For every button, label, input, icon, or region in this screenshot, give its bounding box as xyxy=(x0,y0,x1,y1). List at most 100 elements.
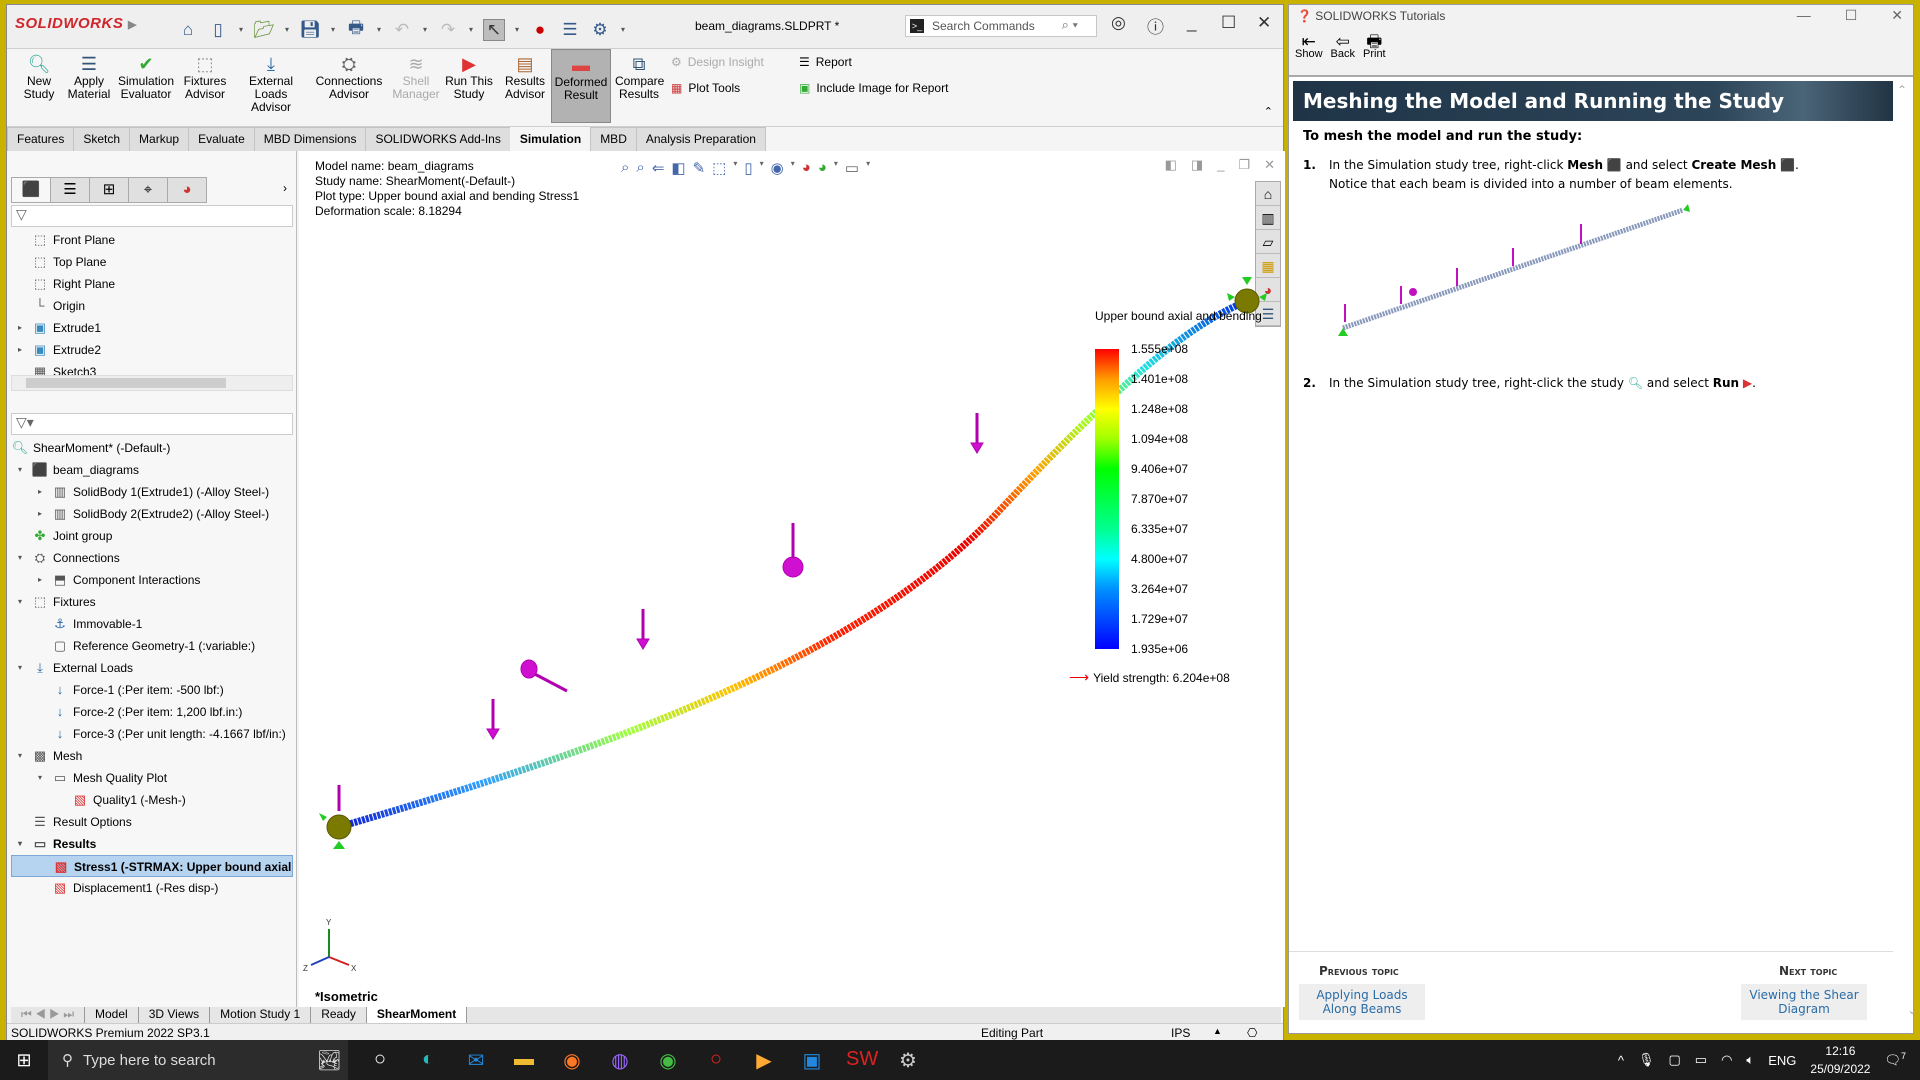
cortana-icon[interactable]: ○ xyxy=(366,1048,394,1073)
unit-system[interactable]: IPS xyxy=(1171,1026,1190,1040)
battery-icon[interactable]: ▭ xyxy=(1695,1052,1707,1068)
collapse-arrow-icon[interactable]: ▾ xyxy=(15,591,25,613)
clock[interactable]: 12:16 25/09/2022 xyxy=(1810,1042,1870,1078)
results-advisor-button[interactable]: ▤ Results Advisor xyxy=(503,53,547,101)
external-loads-advisor-button[interactable]: ⤓ External Loads Advisor xyxy=(233,53,309,114)
scroll-up-icon[interactable]: ⌃ xyxy=(1897,83,1907,97)
tab-3d-views[interactable]: 3D Views xyxy=(139,1007,211,1023)
configurationmanager-tab-icon[interactable]: ⊞ xyxy=(89,177,129,203)
simulation-tree-filter[interactable]: ▽▾ xyxy=(11,413,293,435)
graphics-viewport[interactable]: Model name: beam_diagrams Study name: Sh… xyxy=(299,151,1285,1007)
tab-simulation[interactable]: Simulation xyxy=(509,127,592,151)
deformed-result-button[interactable]: ▬ Deformed Result xyxy=(551,49,611,123)
new-document-icon[interactable]: ▯ xyxy=(207,20,229,40)
collapse-arrow-icon[interactable]: ▾ xyxy=(15,833,25,855)
chrome-icon[interactable]: ◉ xyxy=(654,1048,682,1073)
collapse-arrow-icon[interactable]: ▾ xyxy=(15,657,25,679)
search-icon[interactable]: ⌕ ▾ xyxy=(1062,17,1078,33)
redo-dropdown-icon[interactable]: ▾ xyxy=(467,25,475,34)
tutorial-maximize-button[interactable]: ☐ xyxy=(1845,7,1858,24)
new-dropdown-icon[interactable]: ▾ xyxy=(237,25,245,34)
tree-item[interactable]: ▾ ▭ Results xyxy=(11,833,293,855)
tree-item[interactable]: ▾ ⬛ beam_diagrams xyxy=(11,459,293,481)
tree-item[interactable]: ▾ ⛭ Connections xyxy=(11,547,293,569)
viber-icon[interactable]: ◍ xyxy=(606,1048,634,1073)
firefox-icon[interactable]: ◉ xyxy=(558,1048,586,1073)
remote-tool-icon[interactable]: ⚙ xyxy=(894,1048,922,1073)
tree-item[interactable]: └ Origin xyxy=(11,295,293,317)
compare-results-button[interactable]: ⧉ Compare Results xyxy=(615,53,664,101)
shell-manager-button[interactable]: ≋ Shell Manager xyxy=(391,53,441,101)
tree-item[interactable]: ↓ Force-3 (:Per unit length: -4.1667 lbf/… xyxy=(11,723,293,745)
options-dropdown-icon[interactable]: ▾ xyxy=(619,25,627,34)
undo-icon[interactable]: ↶ xyxy=(391,20,413,40)
tree-item[interactable]: ✤ Joint group xyxy=(11,525,293,547)
open-dropdown-icon[interactable]: ▾ xyxy=(283,25,291,34)
help-icon[interactable]: ⓘ xyxy=(1147,13,1164,38)
edge-icon[interactable]: ◐ xyxy=(414,1048,442,1073)
fixtures-advisor-button[interactable]: ⬚ Fixtures Advisor xyxy=(179,53,231,101)
back-button[interactable]: ⇦ Back xyxy=(1331,33,1355,69)
expand-arrow-icon[interactable]: ▸ xyxy=(15,339,25,361)
minimize-button[interactable]: _ xyxy=(1187,13,1196,33)
collapse-arrow-icon[interactable]: ▾ xyxy=(15,547,25,569)
connections-advisor-button[interactable]: ⛭ Connections Advisor xyxy=(315,53,383,101)
open-icon[interactable]: 📂︎ xyxy=(253,20,275,40)
expand-arrow-icon[interactable]: ▸ xyxy=(35,503,45,525)
mail-icon[interactable]: ✉ xyxy=(462,1048,490,1073)
feature-tree-filter[interactable]: ▽ xyxy=(11,205,293,227)
tree-item[interactable]: ⬚ Top Plane xyxy=(11,251,293,273)
tab-motion-study[interactable]: Motion Study 1 xyxy=(210,1007,312,1023)
options-gear-icon[interactable]: ⚙ xyxy=(589,20,611,40)
show-hidden-icons[interactable]: ^ xyxy=(1618,1053,1624,1068)
tab-features[interactable]: Features xyxy=(7,127,75,151)
print-button[interactable]: 🖶 Print xyxy=(1363,33,1386,69)
report-button[interactable]: ☰ Report xyxy=(799,55,852,69)
expand-arrow-icon[interactable]: ▸ xyxy=(35,481,45,503)
redo-icon[interactable]: ↷ xyxy=(437,20,459,40)
wifi-icon[interactable]: ◠ xyxy=(1721,1052,1732,1068)
tab-sketch[interactable]: Sketch xyxy=(73,127,131,151)
opera-icon[interactable]: ○ xyxy=(702,1048,730,1073)
tab-scroll-arrows[interactable]: ⏮ ◀ ▶ ⏭ xyxy=(11,1007,86,1023)
tree-item[interactable]: ▸ ⬒ Component Interactions xyxy=(11,569,293,591)
file-explorer-icon[interactable]: ▬ xyxy=(510,1048,538,1073)
user-account-icon[interactable]: ◎ xyxy=(1111,13,1126,33)
store-icon[interactable]: ▣ xyxy=(798,1048,826,1073)
run-this-study-button[interactable]: ▶ Run This Study xyxy=(443,53,495,101)
tab-mbd-dimensions[interactable]: MBD Dimensions xyxy=(253,127,367,151)
collapse-ribbon-icon[interactable]: ⌃ xyxy=(1264,105,1273,118)
tree-item[interactable]: ▦ Sketch3 xyxy=(11,361,293,375)
new-study-button[interactable]: 🔍︎ New Study xyxy=(17,53,61,101)
expand-arrow-icon[interactable]: ▸ xyxy=(35,569,45,591)
tree-item[interactable]: ☰ Result Options xyxy=(11,811,293,833)
featuremanager-tab-icon[interactable]: ⬛ xyxy=(11,177,51,203)
tree-item[interactable]: ▧ Stress1 (-STRMAX: Upper bound axial and… xyxy=(11,855,293,877)
scroll-thumb[interactable] xyxy=(26,378,226,388)
tab-ready-study[interactable]: Ready xyxy=(311,1007,367,1023)
tree-item[interactable]: ▾ ⤓ External Loads xyxy=(11,657,293,679)
tree-item[interactable]: ↓ Force-2 (:Per item: 1,200 lbf.in:) xyxy=(11,701,293,723)
simulation-evaluator-button[interactable]: ✔ Simulation Evaluator xyxy=(117,53,175,101)
home-icon[interactable]: ⌂ xyxy=(177,20,199,40)
tree-item[interactable]: ▸ ▣ Extrude2 xyxy=(11,339,293,361)
menu-expand-icon[interactable]: ▶ xyxy=(128,19,137,31)
tab-addins[interactable]: SOLIDWORKS Add-Ins xyxy=(365,127,511,151)
tree-item[interactable]: ▾ ▭ Mesh Quality Plot xyxy=(11,767,293,789)
tab-analysis-preparation[interactable]: Analysis Preparation xyxy=(635,127,766,151)
close-button[interactable]: ✕ xyxy=(1257,13,1271,33)
select-dropdown-icon[interactable]: ▾ xyxy=(513,25,521,34)
microphone-icon[interactable]: 🎙︎ xyxy=(1638,1052,1655,1068)
select-pointer-icon[interactable]: ↖ xyxy=(483,18,505,41)
panel-expand-icon[interactable]: › xyxy=(283,181,287,195)
tree-item[interactable]: ⚓︎ Immovable-1 xyxy=(11,613,293,635)
collapse-arrow-icon[interactable]: ▾ xyxy=(15,745,25,767)
display-manager-tab-icon[interactable]: ◕ xyxy=(167,177,207,203)
taskbar-search-input[interactable]: ⚲ Type here to search 🏞︎ xyxy=(48,1040,348,1080)
units-dropdown-icon[interactable]: ▲ xyxy=(1213,1026,1222,1036)
maximize-button[interactable]: ☐ xyxy=(1221,13,1236,33)
tree-item[interactable]: ↓ Force-1 (:Per item: -500 lbf:) xyxy=(11,679,293,701)
notifications-icon[interactable]: 🗨︎7 xyxy=(1884,1051,1906,1068)
tab-model[interactable]: Model xyxy=(85,1007,139,1023)
rebuild-status-icon[interactable]: ⎔ xyxy=(1247,1026,1257,1040)
